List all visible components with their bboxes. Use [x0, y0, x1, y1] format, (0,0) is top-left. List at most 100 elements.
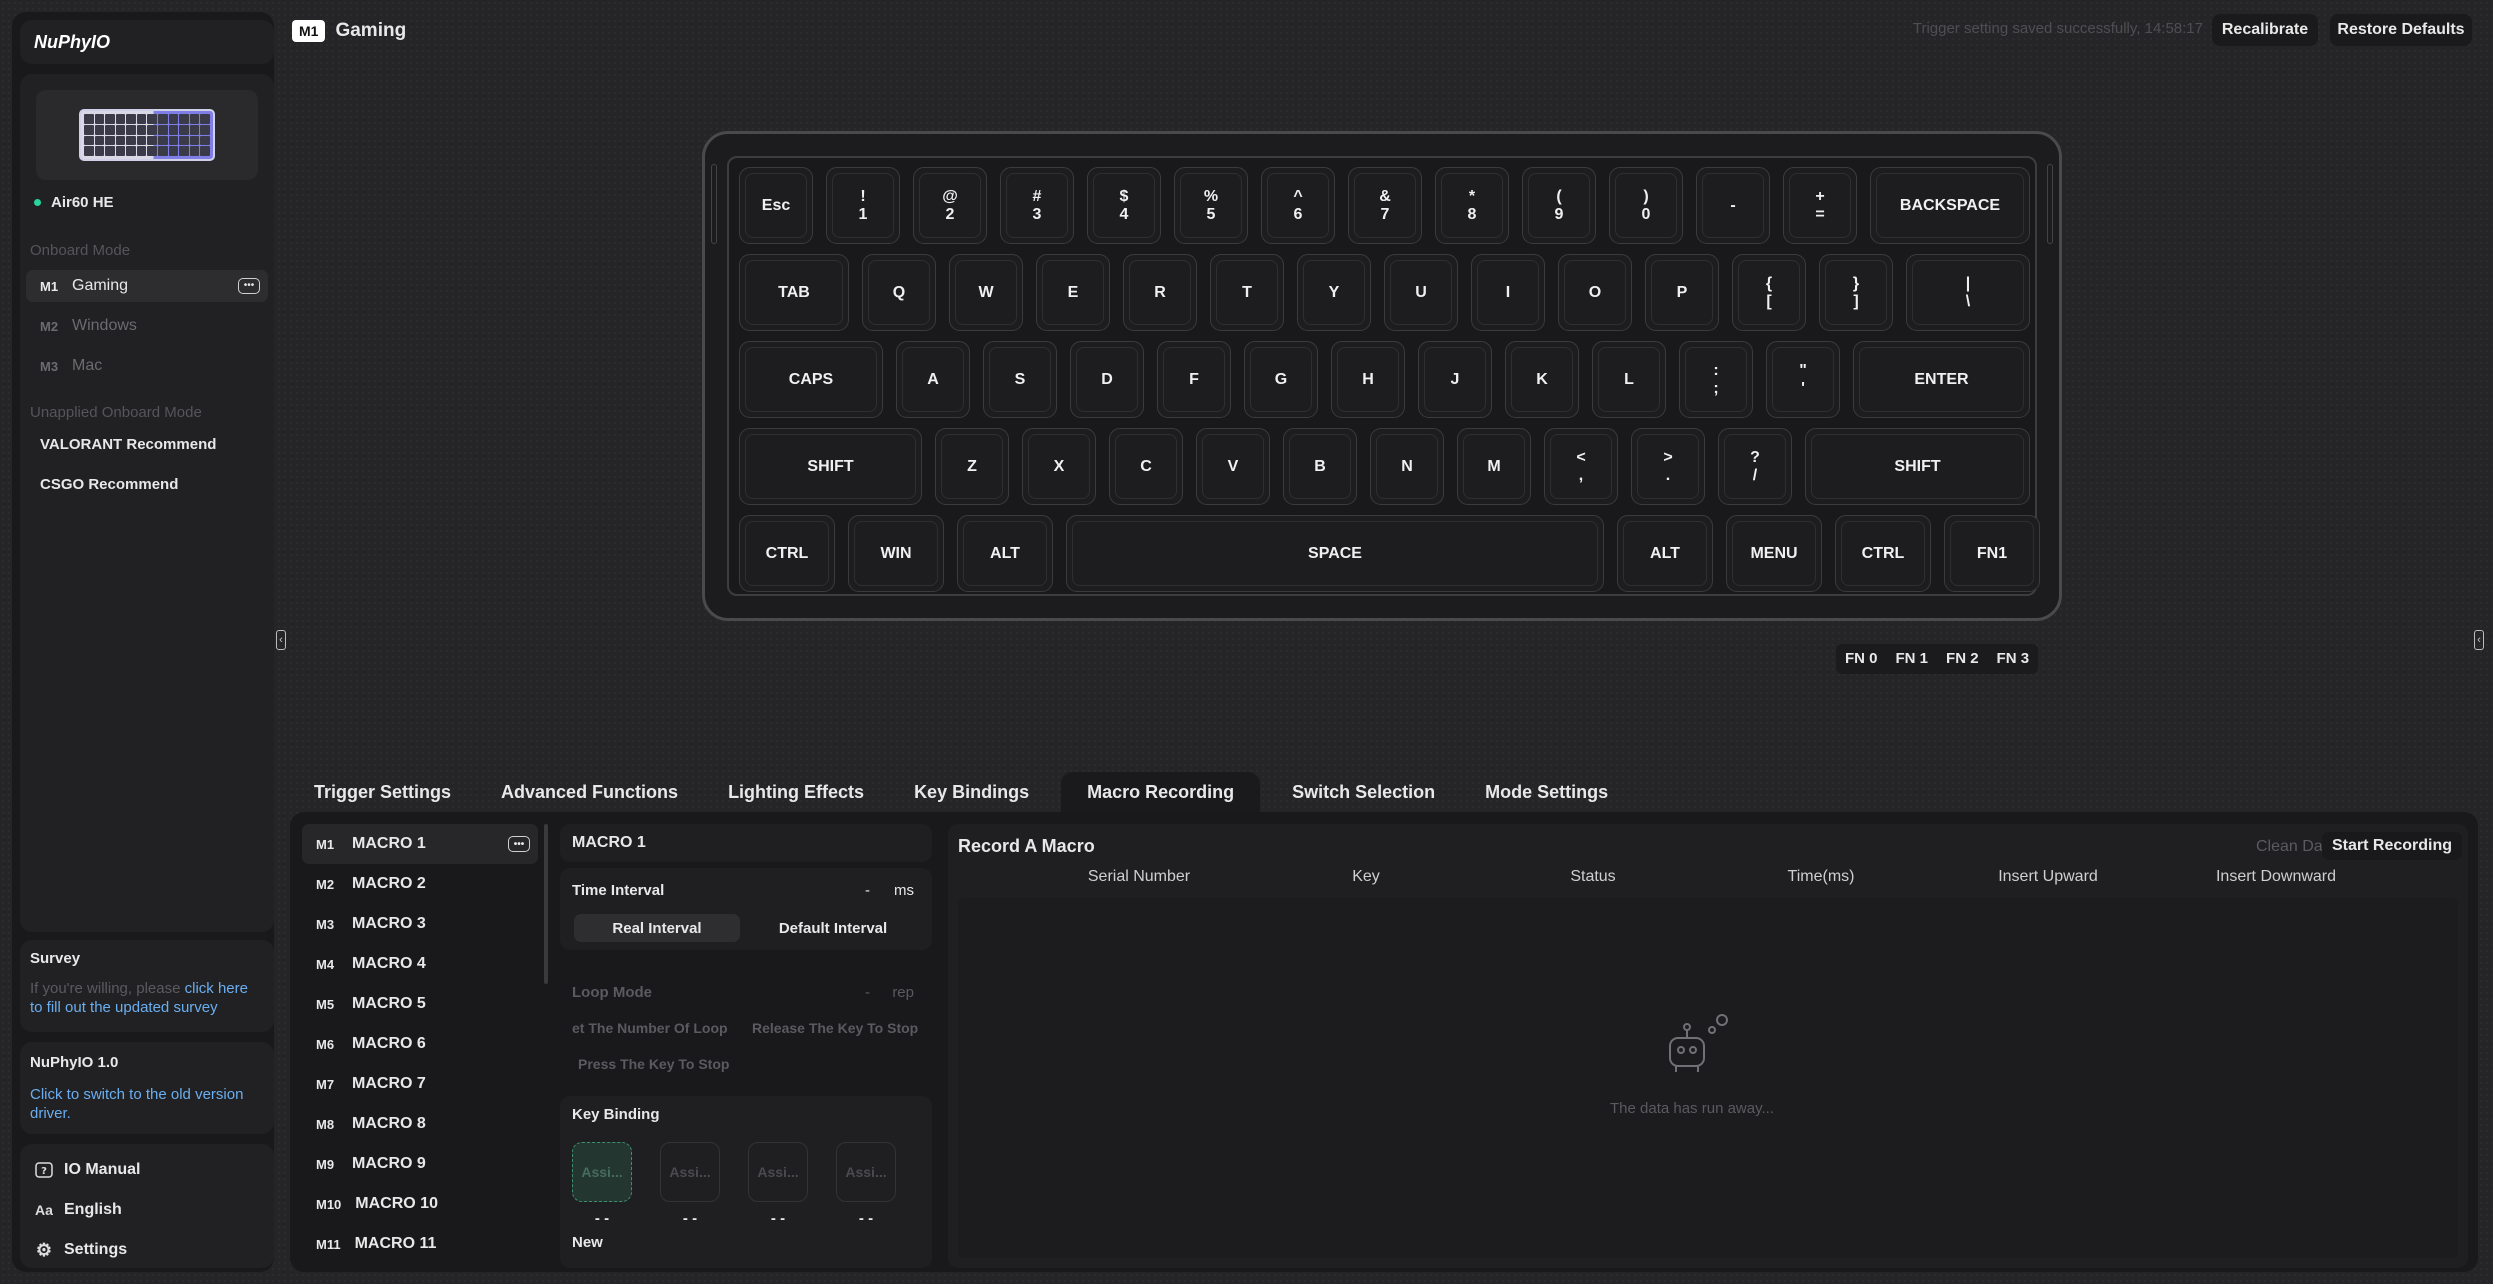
key-2-10[interactable]: : ;	[1679, 341, 1753, 418]
key-3-5[interactable]: B	[1283, 428, 1357, 505]
survey-link-continued[interactable]: to fill out the updated survey	[30, 999, 218, 1016]
survey-link[interactable]: click here	[185, 980, 248, 997]
key-0-1[interactable]: ! 1	[826, 167, 900, 244]
mode-item-m2[interactable]: M2 Windows	[26, 310, 268, 342]
key-2-12[interactable]: ENTER	[1853, 341, 2030, 418]
key-0-6[interactable]: ^ 6	[1261, 167, 1335, 244]
macro-item-10[interactable]: M10 MACRO 10	[302, 1184, 538, 1224]
restore-defaults-button[interactable]: Restore Defaults	[2330, 14, 2472, 46]
key-2-11[interactable]: " '	[1766, 341, 1840, 418]
macro-item-6[interactable]: M6 MACRO 6	[302, 1024, 538, 1064]
macro-item-8[interactable]: M8 MACRO 8	[302, 1104, 538, 1144]
key-2-7[interactable]: J	[1418, 341, 1492, 418]
key-2-2[interactable]: S	[983, 341, 1057, 418]
key-3-8[interactable]: < ,	[1544, 428, 1618, 505]
key-1-13[interactable]: | \	[1906, 254, 2030, 331]
key-0-8[interactable]: * 8	[1435, 167, 1509, 244]
macro-item-2[interactable]: M2 MACRO 2	[302, 864, 538, 904]
key-0-10[interactable]: ) 0	[1609, 167, 1683, 244]
keyboard-thumbnail[interactable]	[36, 90, 258, 180]
fn-layer-2[interactable]: FN 2	[1937, 644, 1988, 674]
macro-item-4[interactable]: M4 MACRO 4	[302, 944, 538, 984]
key-2-8[interactable]: K	[1505, 341, 1579, 418]
key-0-3[interactable]: # 3	[1000, 167, 1074, 244]
macro-item-7[interactable]: M7 MACRO 7	[302, 1064, 538, 1104]
mode-item-m1[interactable]: M1 Gaming •••	[26, 270, 268, 302]
key-1-4[interactable]: R	[1123, 254, 1197, 331]
key-3-10[interactable]: ? /	[1718, 428, 1792, 505]
recalibrate-button[interactable]: Recalibrate	[2212, 14, 2318, 46]
start-recording-button[interactable]: Start Recording	[2321, 832, 2462, 860]
key-1-3[interactable]: E	[1036, 254, 1110, 331]
key-2-9[interactable]: L	[1592, 341, 1666, 418]
key-2-5[interactable]: G	[1244, 341, 1318, 418]
key-3-7[interactable]: M	[1457, 428, 1531, 505]
macro-item-1[interactable]: M1 MACRO 1 •••	[302, 824, 538, 864]
new-binding-button[interactable]: New	[572, 1234, 603, 1251]
press-to-stop-option[interactable]: Press The Key To Stop	[578, 1056, 729, 1072]
tab-trigger-settings[interactable]: Trigger Settings	[296, 772, 469, 813]
loop-count-value[interactable]: -	[865, 984, 870, 1001]
key-0-9[interactable]: ( 9	[1522, 167, 1596, 244]
key-1-7[interactable]: U	[1384, 254, 1458, 331]
settings-link[interactable]: ⚙ Settings	[28, 1230, 266, 1270]
unapplied-item-csgo[interactable]: CSGO Recommend	[26, 468, 268, 500]
key-3-0[interactable]: SHIFT	[739, 428, 922, 505]
macro-item-5[interactable]: M5 MACRO 5	[302, 984, 538, 1024]
key-3-9[interactable]: > .	[1631, 428, 1705, 505]
key-2-0[interactable]: CAPS	[739, 341, 883, 418]
set-loop-count-option[interactable]: et The Number Of Loop	[572, 1020, 738, 1036]
io-manual-link[interactable]: ? IO Manual	[28, 1150, 266, 1190]
key-2-3[interactable]: D	[1070, 341, 1144, 418]
key-1-8[interactable]: I	[1471, 254, 1545, 331]
key-1-0[interactable]: TAB	[739, 254, 849, 331]
key-1-6[interactable]: Y	[1297, 254, 1371, 331]
key-1-1[interactable]: Q	[862, 254, 936, 331]
real-interval-option[interactable]: Real Interval	[574, 914, 740, 942]
tab-lighting-effects[interactable]: Lighting Effects	[710, 772, 882, 813]
collapse-right-icon[interactable]: ‹	[2474, 630, 2484, 650]
key-0-5[interactable]: % 5	[1174, 167, 1248, 244]
key-3-2[interactable]: X	[1022, 428, 1096, 505]
tab-macro-recording[interactable]: Macro Recording	[1061, 771, 1261, 813]
key-1-9[interactable]: O	[1558, 254, 1632, 331]
key-0-13[interactable]: BACKSPACE	[1870, 167, 2030, 244]
release-to-stop-option[interactable]: Release The Key To Stop	[752, 1020, 922, 1036]
key-3-3[interactable]: C	[1109, 428, 1183, 505]
key-1-11[interactable]: { [	[1732, 254, 1806, 331]
key-3-1[interactable]: Z	[935, 428, 1009, 505]
key-1-5[interactable]: T	[1210, 254, 1284, 331]
fn-layer-0[interactable]: FN 0	[1836, 644, 1887, 674]
key-0-4[interactable]: $ 4	[1087, 167, 1161, 244]
macro-item-3[interactable]: M3 MACRO 3	[302, 904, 538, 944]
key-0-2[interactable]: @ 2	[913, 167, 987, 244]
assign-slot-4[interactable]: Assi...	[836, 1142, 896, 1202]
assign-slot-1[interactable]: Assi...	[572, 1142, 632, 1202]
collapse-left-icon[interactable]: ‹	[276, 630, 286, 650]
key-4-0[interactable]: CTRL	[739, 515, 835, 592]
tab-key-bindings[interactable]: Key Bindings	[896, 772, 1047, 813]
default-interval-option[interactable]: Default Interval	[750, 914, 916, 942]
fn-layer-3[interactable]: FN 3	[1988, 644, 2039, 674]
key-1-2[interactable]: W	[949, 254, 1023, 331]
key-4-1[interactable]: WIN	[848, 515, 944, 592]
fn-layer-1[interactable]: FN 1	[1887, 644, 1938, 674]
assign-slot-2[interactable]: Assi...	[660, 1142, 720, 1202]
key-1-10[interactable]: P	[1645, 254, 1719, 331]
key-2-4[interactable]: F	[1157, 341, 1231, 418]
language-selector[interactable]: Aa English	[28, 1190, 266, 1230]
more-options-icon[interactable]: •••	[508, 836, 530, 852]
key-1-12[interactable]: } ]	[1819, 254, 1893, 331]
key-4-6[interactable]: CTRL	[1835, 515, 1931, 592]
time-interval-value[interactable]: -	[865, 882, 870, 899]
key-0-0[interactable]: Esc	[739, 167, 813, 244]
old-version-link[interactable]: Click to switch to the old version drive…	[30, 1085, 264, 1123]
key-0-7[interactable]: & 7	[1348, 167, 1422, 244]
key-4-2[interactable]: ALT	[957, 515, 1053, 592]
assign-slot-3[interactable]: Assi...	[748, 1142, 808, 1202]
key-2-6[interactable]: H	[1331, 341, 1405, 418]
key-3-4[interactable]: V	[1196, 428, 1270, 505]
key-2-1[interactable]: A	[896, 341, 970, 418]
key-3-11[interactable]: SHIFT	[1805, 428, 2030, 505]
macro-item-9[interactable]: M9 MACRO 9	[302, 1144, 538, 1184]
